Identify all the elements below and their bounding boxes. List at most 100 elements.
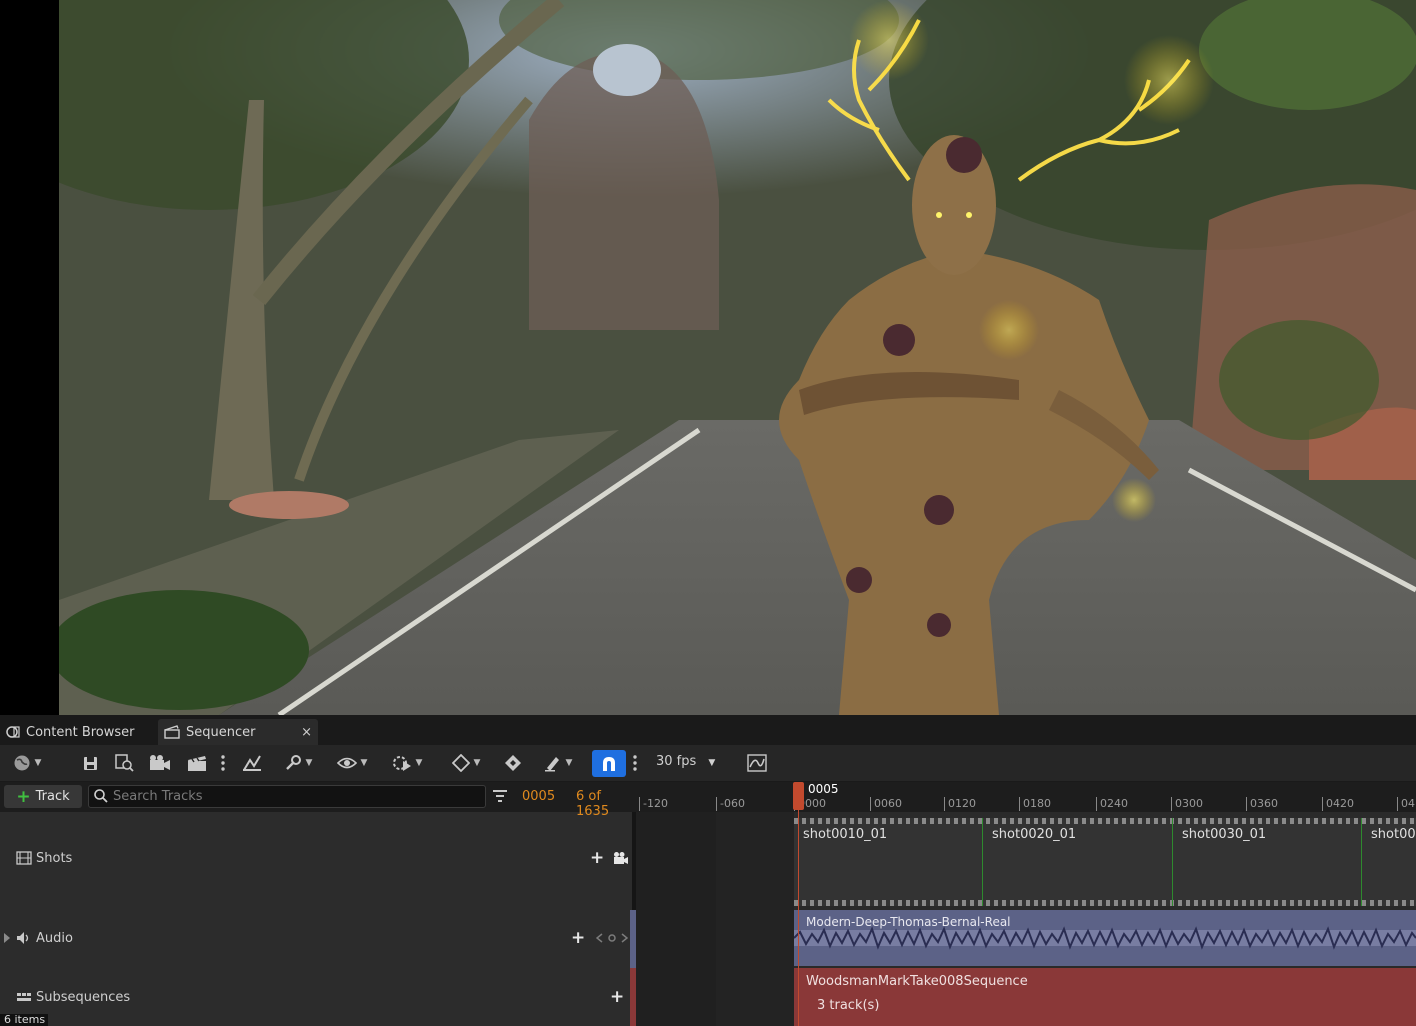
chevron-down-icon: ▼ (34, 758, 42, 768)
curve-editor-button[interactable] (746, 752, 768, 774)
search-placeholder: Search Tracks (113, 789, 203, 804)
ruler-tick: 0420 (1322, 797, 1354, 811)
actions-menu-button[interactable]: ▼ (280, 752, 316, 774)
browse-button[interactable] (113, 752, 137, 774)
playback-options-button[interactable]: ▼ (388, 752, 426, 774)
viewport-render (59, 0, 1416, 715)
wrench-icon (285, 755, 301, 770)
track-shots[interactable]: Shots + (0, 818, 632, 898)
track-subsequences[interactable]: Subsequences + (0, 968, 632, 1026)
camera-cut-icon (243, 755, 261, 771)
track-subsequences-label: Subsequences (36, 989, 131, 1005)
chevron-down-icon: ▼ (473, 758, 481, 768)
ruler-tick: -120 (639, 797, 668, 811)
tab-content-browser[interactable]: Content Browser (0, 719, 155, 745)
forest-road-scene (59, 0, 1416, 715)
auto-key-button[interactable] (503, 752, 523, 774)
edit-mode-button[interactable]: ▼ (540, 752, 576, 774)
pre-playback-region-inner (716, 812, 794, 1026)
film-perforation-bottom (794, 900, 1416, 906)
level-viewport[interactable] (0, 0, 1416, 715)
ruler-tick: 04 (1397, 797, 1415, 811)
ruler-tick: 0180 (1019, 797, 1051, 811)
speaker-icon (17, 932, 29, 944)
add-audio-button[interactable]: + (571, 928, 585, 948)
audio-clip-label: Modern-Deep-Thomas-Bernal-Real (806, 915, 1011, 929)
expand-arrow-icon[interactable] (4, 933, 10, 943)
magnet-icon (603, 756, 615, 771)
camera-cuts-button[interactable] (240, 752, 264, 774)
chevron-down-icon: ▼ (708, 758, 716, 768)
playhead-frame: 0005 (808, 782, 839, 796)
tab-content-browser-label: Content Browser (26, 724, 135, 740)
clapperboard-icon (164, 725, 180, 739)
world-menu-button[interactable]: ▼ (8, 752, 46, 774)
shot-section[interactable]: shot0030_01 (1182, 827, 1266, 842)
time-ruler[interactable]: -120 -060 0000 0060 0120 0180 0240 0300 … (636, 782, 1416, 812)
frame-rate-select[interactable]: 30 fps ▼ (656, 754, 715, 769)
render-movie-button[interactable] (148, 752, 172, 774)
clapperboard-icon (188, 756, 206, 771)
track-filter-row: + Track Search Tracks 0005 6 of 1635 (0, 782, 636, 819)
chevron-down-icon: ▼ (360, 758, 368, 768)
snap-options-button[interactable] (630, 752, 640, 774)
keyframe-diamond-icon (451, 754, 470, 772)
save-button[interactable] (81, 752, 99, 774)
add-subsequence-button[interactable]: + (610, 987, 624, 1007)
close-icon[interactable]: × (301, 725, 312, 740)
tab-sequencer[interactable]: Sequencer × (158, 719, 318, 745)
pencil-icon (544, 757, 559, 772)
subsequence-icon (17, 993, 31, 1001)
filter-button[interactable] (492, 789, 508, 806)
content-browser-icon (6, 726, 20, 738)
shot-section[interactable]: shot0010_01 (803, 827, 887, 842)
track-audio-label: Audio (36, 930, 73, 946)
shot-divider (1172, 818, 1173, 906)
shot-section[interactable]: shot0020_01 (992, 827, 1076, 842)
track-audio[interactable]: Audio + (0, 908, 632, 968)
key-options-button[interactable]: ▼ (448, 752, 484, 774)
subsequence-clip-label: WoodsmanMarkTake008Sequence (806, 974, 1028, 989)
ruler-tick: 0060 (870, 797, 902, 811)
globe-icon (14, 755, 30, 771)
shots-track-lane[interactable]: shot0010_01 shot0020_01 shot0030_01 shot… (794, 818, 1416, 906)
frame-rate-value: 30 fps (656, 754, 697, 769)
add-track-button[interactable]: + Track (4, 785, 82, 808)
shot-divider (1361, 818, 1362, 906)
movie-camera-icon (150, 755, 170, 770)
filter-icon (493, 790, 507, 802)
film-perforation-top (794, 818, 1416, 824)
shot-section[interactable]: shot004 (1371, 827, 1416, 842)
save-icon (83, 756, 97, 770)
plus-icon: + (16, 786, 31, 807)
more-options-button[interactable] (218, 752, 228, 774)
playhead-handle[interactable] (793, 782, 804, 810)
cinematics-button[interactable] (185, 752, 209, 774)
subsequence-track-count: 3 track(s) (817, 998, 880, 1013)
shot-count: 6 of 1635 (576, 789, 610, 819)
curve-editor-icon (747, 754, 767, 772)
add-camera-icon[interactable] (613, 851, 629, 865)
item-count-badge: 6 items (0, 1014, 48, 1026)
key-navigation-icon[interactable] (596, 933, 628, 943)
view-options-button[interactable]: ▼ (333, 752, 371, 774)
chevron-down-icon: ▼ (415, 758, 423, 768)
search-icon (94, 789, 108, 803)
snap-toggle-button[interactable] (592, 750, 626, 777)
subsequence-clip[interactable]: WoodsmanMarkTake008Sequence 3 track(s) (794, 968, 1416, 1026)
find-in-browser-icon (115, 754, 134, 772)
ruler-tick: 0120 (944, 797, 976, 811)
add-shot-button[interactable]: + (590, 848, 604, 868)
add-track-label: Track (35, 789, 70, 804)
search-tracks-input[interactable]: Search Tracks (88, 785, 486, 808)
shot-divider (982, 818, 983, 906)
timeline-area[interactable]: -120 -060 0000 0060 0120 0180 0240 0300 … (636, 782, 1416, 1026)
playhead-line (798, 810, 799, 1026)
chevron-down-icon: ▼ (565, 758, 573, 768)
more-vertical-icon (221, 755, 225, 771)
panel-tab-bar: Content Browser Sequencer × (0, 715, 1416, 745)
current-frame-field[interactable]: 0005 (522, 789, 555, 804)
audio-clip[interactable]: Modern-Deep-Thomas-Bernal-Real (794, 910, 1416, 966)
sequencer-toolbar: ▼ ▼ ▼ ▼ ▼ ▼ 30 fps ▼ (0, 745, 1416, 782)
ruler-tick: -060 (716, 797, 745, 811)
